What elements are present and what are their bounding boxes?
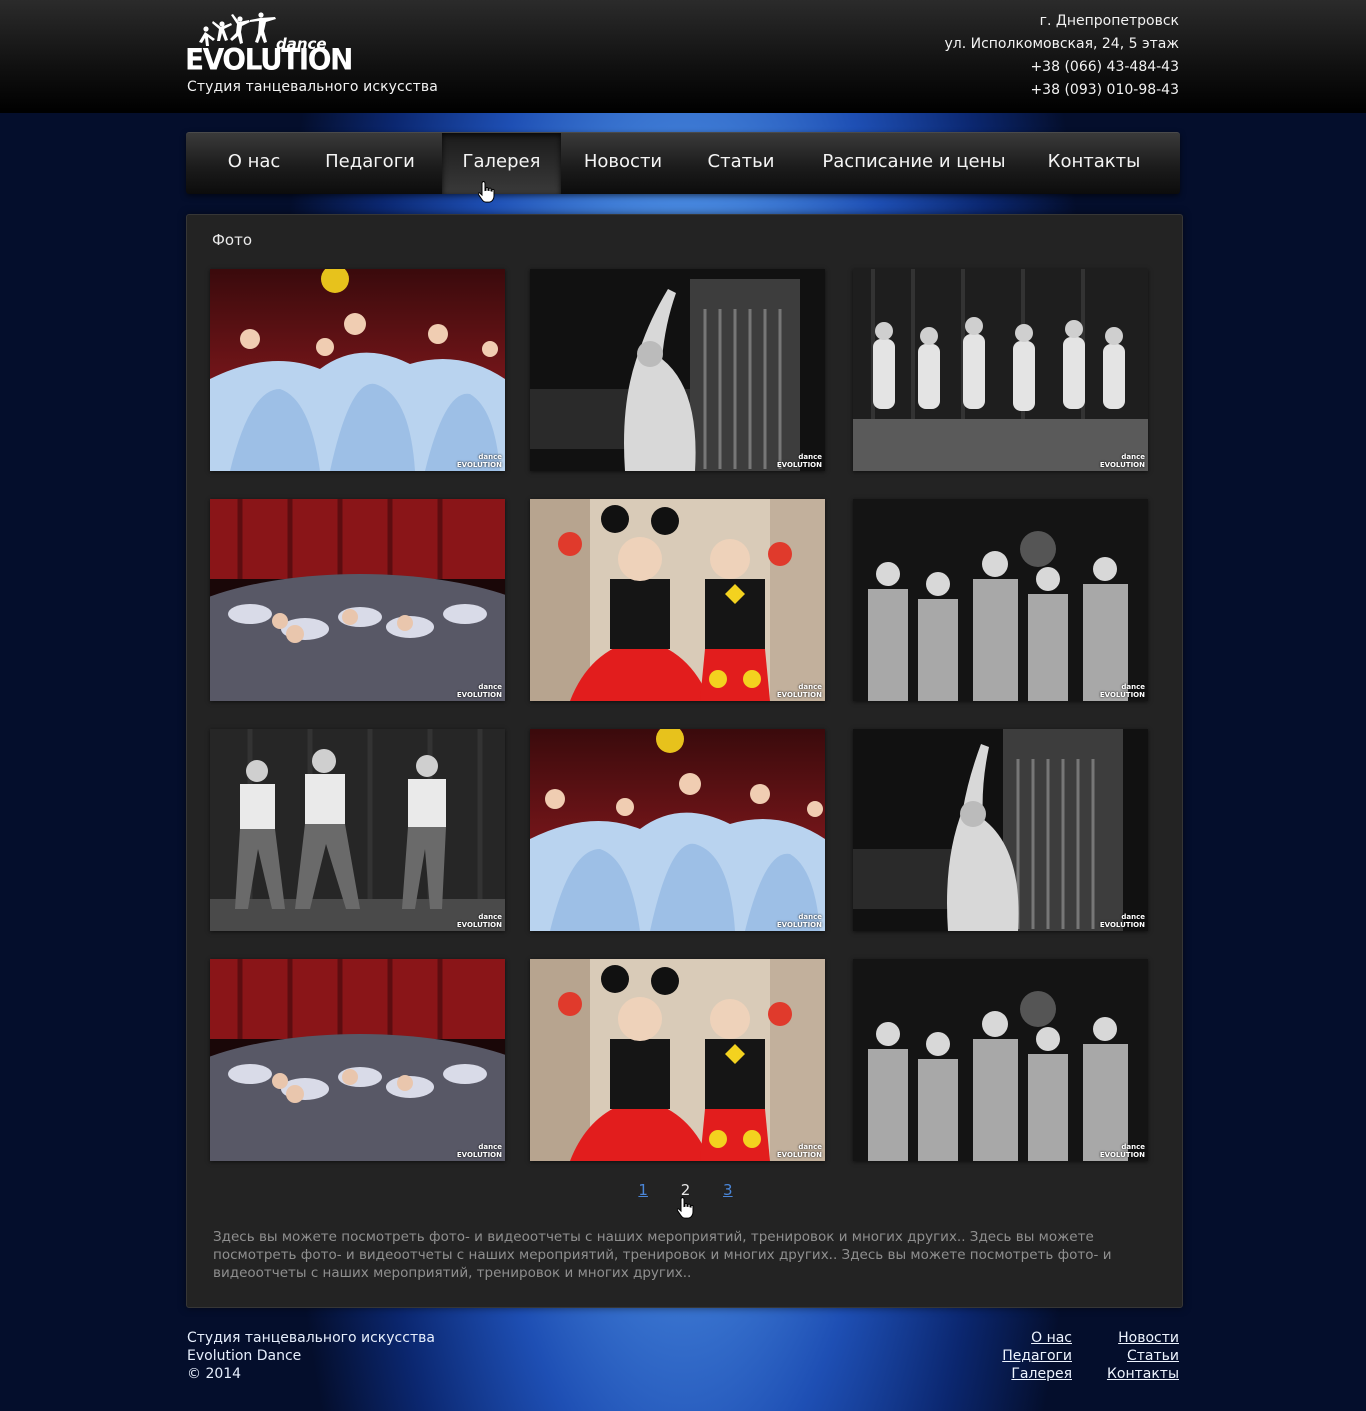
photo-kids-lying-stage [210, 499, 505, 701]
gallery-photo[interactable]: dance EVOLUTION [210, 729, 505, 931]
contact-phone-2: +38 (093) 010-98-43 [1030, 82, 1179, 98]
gallery-photo[interactable]: dance EVOLUTION [530, 959, 825, 1161]
nav-item-schedule[interactable]: Расписание и цены [812, 133, 1016, 194]
photo-watermark: dance EVOLUTION [1099, 1143, 1145, 1159]
gallery-photo[interactable]: dance EVOLUTION [853, 499, 1148, 701]
nav-item-contacts[interactable]: Контакты [1038, 133, 1150, 194]
footer-links-col-1: О нас Педагоги Галерея [1002, 1329, 1072, 1383]
footer-link-news[interactable]: Новости [1107, 1329, 1179, 1347]
photo-girls-blue-dresses [210, 269, 505, 471]
footer-link-articles[interactable]: Статьи [1107, 1347, 1179, 1365]
hand-cursor-icon [478, 181, 495, 203]
photo-watermark: dance EVOLUTION [456, 1143, 502, 1159]
footer-info: Студия танцевального искусства Evolution… [187, 1329, 435, 1383]
gallery-photo[interactable]: dance EVOLUTION [530, 269, 825, 471]
photo-kids-mickey-costume [530, 959, 825, 1161]
photo-watermark: dance EVOLUTION [776, 453, 822, 469]
footer-link-contacts[interactable]: Контакты [1107, 1365, 1179, 1383]
photo-watermark: dance EVOLUTION [776, 683, 822, 699]
section-title: Фото [212, 231, 253, 249]
footer-link-gallery[interactable]: Галерея [1002, 1365, 1072, 1383]
contact-phone-1: +38 (066) 43-484-43 [1030, 59, 1179, 75]
footer-links-col-2: Новости Статьи Контакты [1107, 1329, 1179, 1383]
photo-kids-lying-stage [210, 959, 505, 1161]
photo-woman-arm-raised [530, 269, 825, 471]
footer-line-name: Evolution Dance [187, 1348, 302, 1364]
gallery-photo[interactable]: dance EVOLUTION [853, 959, 1148, 1161]
logo[interactable]: dance EVOLUTION [185, 10, 353, 77]
photo-watermark: dance EVOLUTION [1099, 913, 1145, 929]
nav-item-teachers[interactable]: Педагоги [314, 133, 426, 194]
footer-link-teachers[interactable]: Педагоги [1002, 1347, 1072, 1365]
gallery-photo[interactable]: dance EVOLUTION [530, 729, 825, 931]
nav-item-gallery[interactable]: Галерея [442, 133, 561, 194]
gallery-photo[interactable]: dance EVOLUTION [210, 959, 505, 1161]
photo-kids-mickey-costume [530, 499, 825, 701]
photo-watermark: dance EVOLUTION [776, 1143, 822, 1159]
nav-item-news[interactable]: Новости [575, 133, 671, 194]
header-tagline: Студия танцевального искусства [187, 79, 438, 95]
gallery-photo[interactable]: dance EVOLUTION [210, 269, 505, 471]
footer-link-about[interactable]: О нас [1002, 1329, 1072, 1347]
footer-copyright: © 2014 [187, 1366, 242, 1382]
photo-kids-dancing [853, 269, 1148, 471]
photo-watermark: dance EVOLUTION [1099, 683, 1145, 699]
hand-cursor-icon [677, 1197, 694, 1219]
photo-watermark: dance EVOLUTION [1099, 453, 1145, 469]
main-nav: О нас Педагоги Галерея Новости Статьи Ра… [186, 132, 1180, 194]
photo-girls-blue-dresses [530, 729, 825, 931]
page-link-1[interactable]: 1 [638, 1181, 648, 1199]
footer-line-studio: Студия танцевального искусства [187, 1330, 435, 1346]
nav-item-articles[interactable]: Статьи [694, 133, 788, 194]
photo-watermark: dance EVOLUTION [456, 453, 502, 469]
photo-women-jeans [210, 729, 505, 931]
site-header: dance EVOLUTION Студия танцевального иск… [0, 0, 1366, 113]
contact-city: г. Днепропетровск [1039, 13, 1179, 29]
gallery-photo[interactable]: dance EVOLUTION [853, 729, 1148, 931]
gallery-description: Здесь вы можете посмотреть фото- и видео… [213, 1229, 1112, 1281]
page-link-3[interactable]: 3 [723, 1181, 733, 1199]
photo-watermark: dance EVOLUTION [776, 913, 822, 929]
header-contacts: г. Днепропетровск ул. Исполкомовская, 24… [944, 10, 1179, 102]
gallery-photo[interactable]: dance EVOLUTION [853, 269, 1148, 471]
nav-item-about[interactable]: О нас [208, 133, 300, 194]
photo-women-group [853, 959, 1148, 1161]
photo-watermark: dance EVOLUTION [456, 683, 502, 699]
gallery-panel: Фото dance EVOLUTION dance EVOLUTION dan… [186, 214, 1183, 1308]
contact-address: ул. Исполкомовская, 24, 5 этаж [944, 36, 1179, 52]
gallery-photo[interactable]: dance EVOLUTION [530, 499, 825, 701]
gallery-photo[interactable]: dance EVOLUTION [210, 499, 505, 701]
photo-women-group [853, 499, 1148, 701]
photo-woman-arm-raised [853, 729, 1148, 931]
logo-text-evolution: EVOLUTION [185, 42, 353, 77]
photo-watermark: dance EVOLUTION [456, 913, 502, 929]
